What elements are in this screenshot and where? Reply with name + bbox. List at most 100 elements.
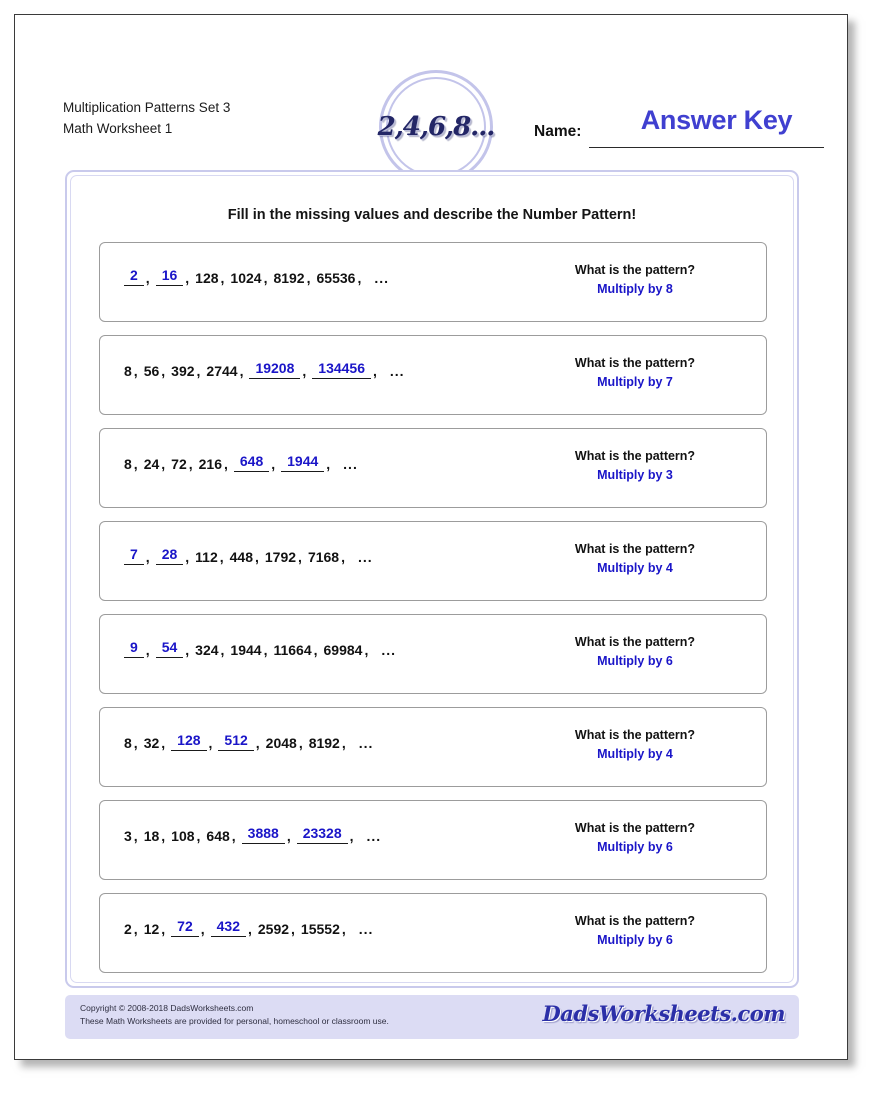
sequence-answer-blank[interactable]: 3888 bbox=[241, 825, 285, 844]
sequence-term: 448 bbox=[229, 549, 253, 565]
pattern-answer[interactable]: Multiply by 6 bbox=[520, 930, 750, 950]
sequence-ellipsis: ... bbox=[358, 921, 374, 937]
worksheet-subtitle: Math Worksheet 1 bbox=[63, 121, 173, 136]
sequence-answer-blank[interactable]: 19208 bbox=[249, 360, 301, 379]
sequence-separator: , bbox=[341, 921, 346, 937]
pattern-answer[interactable]: Multiply by 4 bbox=[520, 744, 750, 764]
sequence-ellipsis: ... bbox=[357, 549, 373, 565]
pattern-answer[interactable]: Multiply by 6 bbox=[520, 837, 750, 857]
sequence-term: 11664 bbox=[273, 642, 312, 658]
sequence-ellipsis: ... bbox=[358, 735, 374, 751]
sequence-term: 2744 bbox=[206, 363, 238, 379]
sequence-term: 2 bbox=[124, 921, 132, 937]
name-value: Answer Key bbox=[640, 105, 793, 135]
pattern-answer[interactable]: Multiply by 7 bbox=[520, 372, 750, 392]
pattern-answer[interactable]: Multiply by 8 bbox=[520, 279, 750, 299]
sequence-answer-blank[interactable]: 128 bbox=[171, 732, 207, 751]
pattern-block: What is the pattern? Multiply by 6 bbox=[520, 912, 750, 950]
sequence-separator: , bbox=[255, 735, 260, 751]
worksheet-content-box: Fill in the missing values and describe … bbox=[65, 170, 799, 988]
sequence-separator: , bbox=[364, 642, 369, 658]
problem-card: 9, 54, 324, 1944, 11664, 69984,... What is the… bbox=[99, 614, 767, 694]
sequence-answer-blank[interactable]: 1944 bbox=[281, 453, 325, 472]
pattern-question: What is the pattern? bbox=[574, 635, 696, 649]
sequence-separator: , bbox=[298, 735, 303, 751]
sequence-separator: , bbox=[185, 642, 190, 658]
sequence-term: 32 bbox=[143, 735, 160, 751]
sequence-separator: , bbox=[223, 456, 228, 472]
sequence-answer-blank[interactable]: 648 bbox=[233, 453, 270, 472]
number-sequence: 8, 32, 128, 512, 2048, 8192,... bbox=[123, 732, 373, 751]
number-sequence: 8, 56, 392, 2744, 19208, 134456,... bbox=[123, 360, 405, 379]
sequence-term: 392 bbox=[171, 363, 195, 379]
sequence-answer-blank[interactable]: 72 bbox=[171, 918, 199, 937]
sequence-separator: , bbox=[263, 270, 268, 286]
number-sequence: 9, 54, 324, 1944, 11664, 69984,... bbox=[123, 639, 396, 658]
sequence-separator: , bbox=[231, 828, 236, 844]
sequence-term: 24 bbox=[143, 456, 160, 472]
sequence-answer-blank[interactable]: 54 bbox=[155, 639, 184, 658]
logo-text: 2,4,6,8... bbox=[377, 112, 496, 142]
sequence-separator: , bbox=[220, 642, 225, 658]
sequence-answer-blank[interactable]: 7 bbox=[124, 546, 144, 565]
sequence-answer-blank[interactable]: 512 bbox=[218, 732, 254, 751]
number-sequence: 3, 18, 108, 648, 3888, 23328,... bbox=[123, 825, 381, 844]
sequence-separator: , bbox=[326, 456, 331, 472]
pattern-answer[interactable]: Multiply by 3 bbox=[520, 465, 750, 485]
pattern-question: What is the pattern? bbox=[574, 728, 696, 742]
sequence-separator: , bbox=[161, 363, 166, 379]
sequence-answer-blank[interactable]: 28 bbox=[155, 546, 184, 565]
sequence-separator: , bbox=[188, 456, 193, 472]
worksheet-title: Multiplication Patterns Set 3 bbox=[63, 100, 231, 115]
worksheet-page: Multiplication Patterns Set 3 Math Works… bbox=[14, 14, 848, 1060]
sequence-separator: , bbox=[219, 549, 224, 565]
sequence-term: 1944 bbox=[230, 642, 262, 658]
sequence-term: 128 bbox=[195, 270, 219, 286]
sequence-term: 72 bbox=[171, 456, 187, 472]
sequence-separator: , bbox=[349, 828, 354, 844]
pattern-block: What is the pattern? Multiply by 6 bbox=[520, 819, 750, 857]
pattern-block: What is the pattern? Multiply by 4 bbox=[520, 726, 750, 764]
worksheet-footer: Copyright © 2008-2018 DadsWorksheets.com… bbox=[65, 995, 799, 1039]
pattern-question: What is the pattern? bbox=[574, 821, 696, 835]
pattern-answer[interactable]: Multiply by 4 bbox=[520, 558, 750, 578]
pattern-block: What is the pattern? Multiply by 3 bbox=[520, 447, 750, 485]
instructions-text: Fill in the missing values and describe … bbox=[227, 207, 637, 223]
pattern-answer[interactable]: Multiply by 6 bbox=[520, 651, 750, 671]
sequence-term: 15552 bbox=[300, 921, 340, 937]
sequence-term: 65536 bbox=[316, 270, 356, 286]
sequence-separator: , bbox=[357, 270, 362, 286]
sequence-separator: , bbox=[185, 549, 190, 565]
sequence-separator: , bbox=[298, 549, 302, 565]
sequence-answer-blank[interactable]: 134456 bbox=[312, 360, 371, 379]
sequence-separator: , bbox=[247, 921, 252, 937]
pattern-block: What is the pattern? Multiply by 6 bbox=[520, 633, 750, 671]
sequence-ellipsis: ... bbox=[381, 642, 397, 658]
sequence-answer-blank[interactable]: 9 bbox=[124, 639, 144, 658]
sequence-answer-blank[interactable]: 16 bbox=[155, 267, 184, 286]
number-sequence: 2, 16, 128, 1024, 8192, 65536,... bbox=[123, 267, 389, 286]
sequence-separator: , bbox=[133, 828, 138, 844]
problem-list: 2, 16, 128, 1024, 8192, 65536,... What is the … bbox=[99, 242, 767, 986]
sequence-separator: , bbox=[161, 921, 166, 937]
dadsworksheets-logo: DadsWorksheets.com bbox=[542, 1001, 786, 1026]
number-sequence: 7, 28, 112, 448, 1792, 7168,... bbox=[123, 546, 373, 565]
copyright-line-2: These Math Worksheets are provided for p… bbox=[80, 1016, 389, 1026]
worksheet-title-block: Multiplication Patterns Set 3 Math Works… bbox=[63, 97, 230, 139]
sequence-separator: , bbox=[133, 363, 138, 379]
pattern-question: What is the pattern? bbox=[574, 914, 696, 928]
sequence-answer-blank[interactable]: 23328 bbox=[296, 825, 348, 844]
sequence-answer-blank[interactable]: 432 bbox=[210, 918, 246, 937]
sequence-separator: , bbox=[341, 735, 346, 751]
sequence-separator: , bbox=[196, 363, 201, 379]
sequence-separator: , bbox=[161, 456, 166, 472]
sequence-separator: , bbox=[145, 549, 150, 565]
name-input-rule[interactable] bbox=[589, 147, 824, 148]
sequence-term: 8 bbox=[124, 735, 132, 751]
sequence-term: 69984 bbox=[323, 642, 363, 658]
sequence-answer-blank[interactable]: 2 bbox=[124, 267, 144, 286]
number-sequence: 2, 12, 72, 432, 2592, 15552,... bbox=[123, 918, 373, 937]
sequence-term: 1792 bbox=[264, 549, 297, 565]
pattern-block: What is the pattern? Multiply by 7 bbox=[520, 354, 750, 392]
sequence-ellipsis: ... bbox=[374, 270, 389, 286]
